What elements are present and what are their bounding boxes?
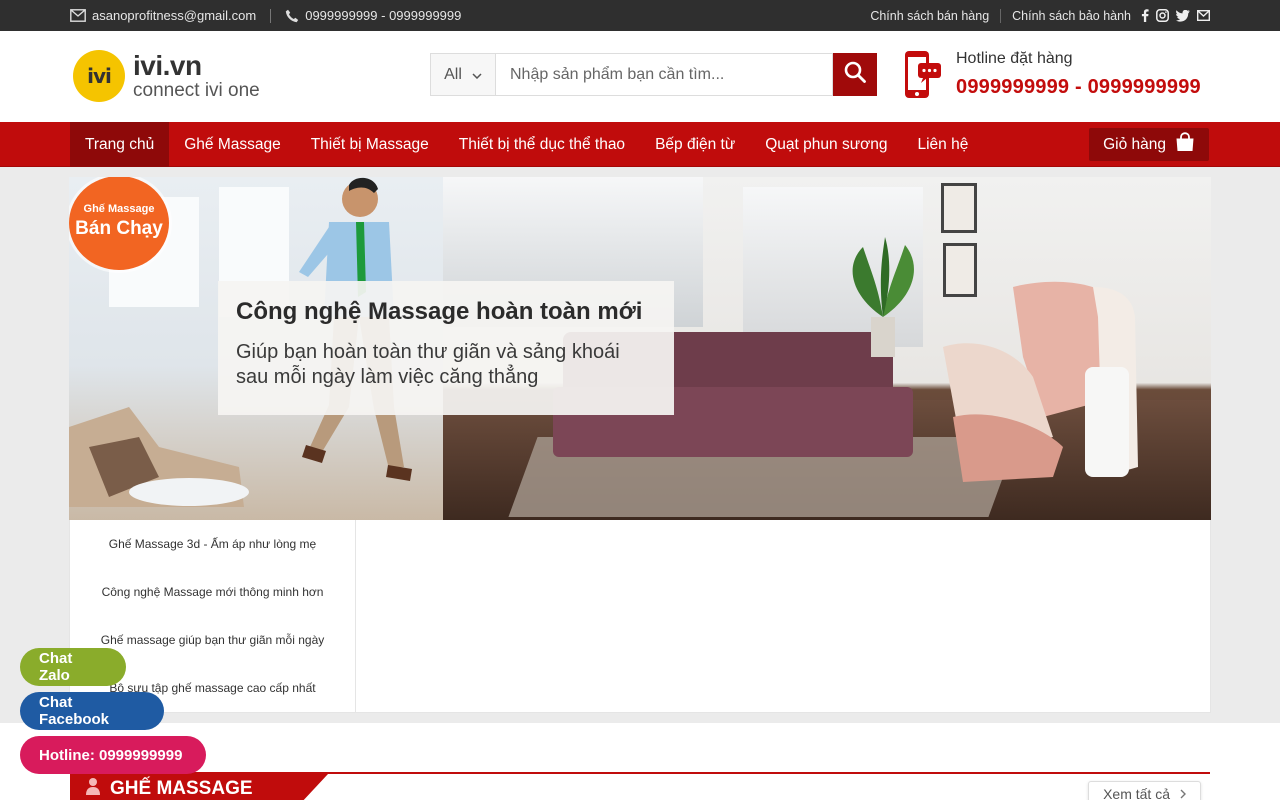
- twitter-icon[interactable]: [1176, 9, 1190, 22]
- instagram-icon[interactable]: [1156, 9, 1169, 22]
- logo-mark: ivi: [73, 50, 125, 102]
- hero-title: Công nghệ Massage hoàn toàn mới: [236, 298, 643, 325]
- search-form: All: [430, 53, 877, 96]
- topbar-phone[interactable]: 0999999999 - 0999999999: [285, 8, 461, 23]
- hero-subtitle-line-2: sau mỗi ngày làm việc căng thẳng: [236, 366, 539, 388]
- hero-banner[interactable]: Ghế Massage Bán Chạy Công nghệ Massage h…: [69, 177, 1211, 520]
- search-button[interactable]: [833, 53, 877, 96]
- see-all-label: Xem tất cả: [1103, 786, 1170, 800]
- hotline-button[interactable]: Hotline: 0999999999: [20, 736, 206, 774]
- envelope-icon: [70, 9, 86, 22]
- social-links: [1141, 9, 1210, 22]
- cart-button[interactable]: Giỏ hàng: [1089, 128, 1209, 161]
- topbar-email-text: asanoprofitness@gmail.com: [92, 8, 257, 23]
- nav-item-home[interactable]: Trang chủ: [70, 122, 170, 167]
- badge-line-1: Ghế Massage: [83, 203, 155, 215]
- nav-item-massage-devices[interactable]: Thiết bị Massage: [296, 122, 444, 167]
- search-icon: [844, 61, 866, 88]
- topbar-email[interactable]: asanoprofitness@gmail.com: [70, 8, 256, 23]
- chevron-right-icon: [1180, 786, 1186, 800]
- site-logo[interactable]: ivi ivi.vn connect ivi one: [73, 50, 260, 102]
- chevron-down-icon: [472, 66, 482, 84]
- see-all-button[interactable]: Xem tất cả: [1088, 781, 1201, 800]
- hotline-block[interactable]: Hotline đặt hàng 0999999999 - 0999999999: [903, 50, 1201, 100]
- topbar-divider: [1000, 8, 1002, 23]
- shopping-bag-icon: [1175, 132, 1195, 157]
- nav-item-induction-cookers[interactable]: Bếp điện từ: [640, 122, 750, 167]
- mobile-phone-icon: [903, 50, 943, 100]
- nav-item-mist-fans[interactable]: Quạt phun sương: [750, 122, 902, 167]
- slider-tab[interactable]: Ghế Massage 3d - Ấm áp như lòng mẹ: [70, 520, 355, 568]
- logo-tagline: connect ivi one: [133, 80, 260, 101]
- facebook-icon[interactable]: [1141, 9, 1149, 22]
- chat-zalo-button[interactable]: Chat Zalo: [20, 648, 126, 686]
- main-nav: Trang chủ Ghế Massage Thiết bị Massage T…: [0, 122, 1280, 167]
- top-bar: asanoprofitness@gmail.com 0999999999 - 0…: [0, 0, 1280, 31]
- chat-facebook-button[interactable]: Chat Facebook: [20, 692, 164, 730]
- user-icon: [86, 777, 100, 800]
- massage-chair-illustration: [943, 281, 1138, 482]
- search-category-value: All: [444, 65, 462, 83]
- section-title-text: GHẾ MASSAGE: [110, 778, 253, 799]
- section-title[interactable]: GHẾ MASSAGE: [70, 774, 328, 800]
- nav-item-fitness-equipment[interactable]: Thiết bị thể dục thể thao: [444, 122, 640, 167]
- nav-item-massage-chairs[interactable]: Ghế Massage: [169, 122, 296, 167]
- topbar-divider: [270, 8, 272, 23]
- phone-icon: [285, 9, 299, 23]
- hero-caption: Công nghệ Massage hoàn toàn mới Giúp bạn…: [218, 281, 674, 415]
- section-header: GHẾ MASSAGE Xem tất cả: [70, 772, 1210, 800]
- wall-frame: [941, 183, 977, 233]
- link-warranty-policy[interactable]: Chính sách bảo hành: [1012, 9, 1131, 23]
- slider-tabs-panel: Ghế Massage 3d - Ấm áp như lòng mẹ Công …: [69, 520, 1211, 713]
- search-category-select[interactable]: All: [430, 53, 496, 96]
- link-sales-policy[interactable]: Chính sách bán hàng: [870, 9, 989, 23]
- hotline-label: Hotline đặt hàng: [956, 50, 1073, 67]
- bestseller-badge: Ghế Massage Bán Chạy: [69, 177, 169, 270]
- topbar-phone-text: 0999999999 - 0999999999: [305, 8, 462, 23]
- cart-label: Giỏ hàng: [1103, 135, 1166, 153]
- logo-name: ivi.vn: [133, 50, 202, 81]
- badge-line-2: Bán Chạy: [75, 218, 163, 239]
- slider-tab[interactable]: Công nghệ Massage mới thông minh hơn: [70, 568, 355, 616]
- search-input[interactable]: [496, 53, 833, 96]
- hotline-number: 0999999999 - 0999999999: [956, 76, 1201, 98]
- nav-item-contact[interactable]: Liên hệ: [902, 122, 983, 167]
- hero-subtitle-line-1: Giúp bạn hoàn toàn thư giãn và sảng khoá…: [236, 341, 620, 363]
- mail-icon[interactable]: [1197, 10, 1210, 21]
- site-header: ivi ivi.vn connect ivi one All Nhập sản …: [0, 31, 1280, 122]
